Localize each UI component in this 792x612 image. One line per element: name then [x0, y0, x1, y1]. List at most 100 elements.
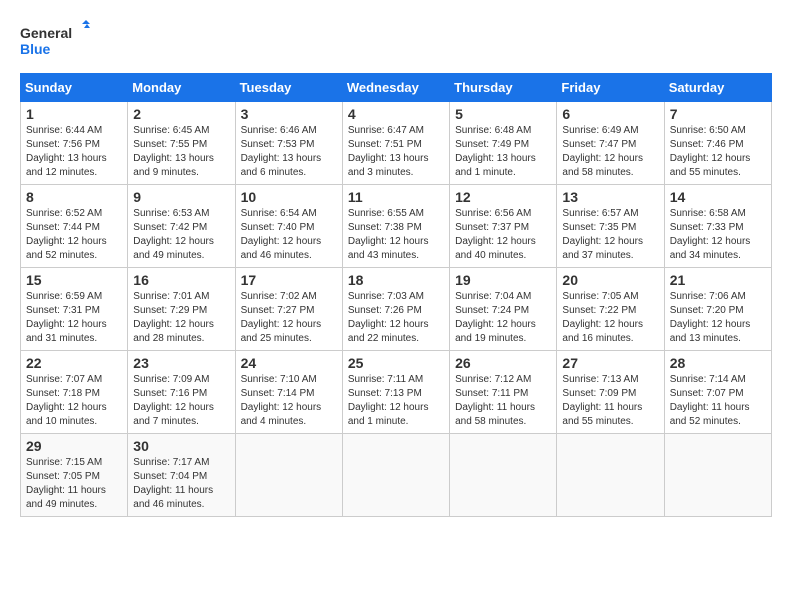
day-number: 3 [241, 106, 337, 122]
calendar-cell: 7 Sunrise: 6:50 AM Sunset: 7:46 PM Daylig… [664, 102, 771, 185]
week-row-5: 29 Sunrise: 7:15 AM Sunset: 7:05 PM Dayli… [21, 434, 772, 517]
week-row-2: 8 Sunrise: 6:52 AM Sunset: 7:44 PM Daylig… [21, 185, 772, 268]
calendar-cell: 12Sunrise: 6:56 AM Sunset: 7:37 PM Dayli… [450, 185, 557, 268]
day-number: 4 [348, 106, 444, 122]
col-header-monday: Monday [128, 74, 235, 102]
day-info: Sunrise: 6:54 AM Sunset: 7:40 PM Dayligh… [241, 207, 337, 263]
logo-svg: General Blue [20, 20, 90, 65]
day-number: 17 [241, 272, 337, 288]
calendar-cell: 16Sunrise: 7:01 AM Sunset: 7:29 PM Dayli… [128, 268, 235, 351]
day-info: Sunrise: 6:47 AM Sunset: 7:51 PM Dayligh… [348, 124, 444, 180]
day-number: 7 [670, 106, 766, 122]
calendar-cell: 18 Sunrise: 7:03 AM Sunset: 7:26 PM Dayli… [342, 268, 449, 351]
calendar-cell [450, 434, 557, 517]
calendar-cell: 4 Sunrise: 6:47 AM Sunset: 7:51 PM Daylig… [342, 102, 449, 185]
logo: General Blue [20, 20, 90, 65]
day-number: 18 [348, 272, 444, 288]
day-info: Sunrise: 7:09 AM Sunset: 7:16 PM Dayligh… [133, 373, 229, 429]
day-number: 15 [26, 272, 122, 288]
calendar-cell: 9 Sunrise: 6:53 AM Sunset: 7:42 PM Daylig… [128, 185, 235, 268]
day-number: 2 [133, 106, 229, 122]
day-number: 8 [26, 189, 122, 205]
col-header-thursday: Thursday [450, 74, 557, 102]
day-info: Sunrise: 7:13 AM Sunset: 7:09 PM Dayligh… [562, 373, 658, 429]
calendar-cell: 19 Sunrise: 7:04 AM Sunset: 7:24 PM Dayli… [450, 268, 557, 351]
day-info: Sunrise: 7:11 AM Sunset: 7:13 PM Dayligh… [348, 373, 444, 429]
week-row-1: 1 Sunrise: 6:44 AM Sunset: 7:56 PM Daylig… [21, 102, 772, 185]
day-number: 24 [241, 355, 337, 371]
calendar-cell: 17 Sunrise: 7:02 AM Sunset: 7:27 PM Dayli… [235, 268, 342, 351]
day-info: Sunrise: 6:58 AM Sunset: 7:33 PM Dayligh… [670, 207, 766, 263]
col-header-tuesday: Tuesday [235, 74, 342, 102]
day-info: Sunrise: 7:17 AM Sunset: 7:04 PM Dayligh… [133, 456, 229, 512]
calendar-cell: 13 Sunrise: 6:57 AM Sunset: 7:35 PM Dayli… [557, 185, 664, 268]
calendar-cell: 22 Sunrise: 7:07 AM Sunset: 7:18 PM Dayli… [21, 351, 128, 434]
day-number: 6 [562, 106, 658, 122]
calendar-cell: 3Sunrise: 6:46 AM Sunset: 7:53 PM Daylig… [235, 102, 342, 185]
calendar-cell [664, 434, 771, 517]
day-number: 22 [26, 355, 122, 371]
header-row: SundayMondayTuesdayWednesdayThursdayFrid… [21, 74, 772, 102]
day-number: 12 [455, 189, 551, 205]
day-number: 20 [562, 272, 658, 288]
day-number: 13 [562, 189, 658, 205]
day-info: Sunrise: 7:07 AM Sunset: 7:18 PM Dayligh… [26, 373, 122, 429]
day-number: 27 [562, 355, 658, 371]
page-header: General Blue [20, 20, 772, 65]
day-info: Sunrise: 6:52 AM Sunset: 7:44 PM Dayligh… [26, 207, 122, 263]
calendar-cell: 24Sunrise: 7:10 AM Sunset: 7:14 PM Dayli… [235, 351, 342, 434]
day-number: 11 [348, 189, 444, 205]
calendar-cell: 5 Sunrise: 6:48 AM Sunset: 7:49 PM Daylig… [450, 102, 557, 185]
calendar-cell: 2 Sunrise: 6:45 AM Sunset: 7:55 PM Daylig… [128, 102, 235, 185]
calendar-cell: 10Sunrise: 6:54 AM Sunset: 7:40 PM Dayli… [235, 185, 342, 268]
day-info: Sunrise: 7:03 AM Sunset: 7:26 PM Dayligh… [348, 290, 444, 346]
day-number: 9 [133, 189, 229, 205]
calendar-cell: 6 Sunrise: 6:49 AM Sunset: 7:47 PM Daylig… [557, 102, 664, 185]
day-info: Sunrise: 6:57 AM Sunset: 7:35 PM Dayligh… [562, 207, 658, 263]
col-header-friday: Friday [557, 74, 664, 102]
calendar-cell [235, 434, 342, 517]
day-info: Sunrise: 7:06 AM Sunset: 7:20 PM Dayligh… [670, 290, 766, 346]
calendar-cell: 15Sunrise: 6:59 AM Sunset: 7:31 PM Dayli… [21, 268, 128, 351]
calendar-cell: 30Sunrise: 7:17 AM Sunset: 7:04 PM Dayli… [128, 434, 235, 517]
day-number: 19 [455, 272, 551, 288]
calendar-cell: 1 Sunrise: 6:44 AM Sunset: 7:56 PM Daylig… [21, 102, 128, 185]
col-header-saturday: Saturday [664, 74, 771, 102]
calendar-cell: 27 Sunrise: 7:13 AM Sunset: 7:09 PM Dayli… [557, 351, 664, 434]
day-info: Sunrise: 7:14 AM Sunset: 7:07 PM Dayligh… [670, 373, 766, 429]
day-info: Sunrise: 6:48 AM Sunset: 7:49 PM Dayligh… [455, 124, 551, 180]
day-number: 23 [133, 355, 229, 371]
calendar-cell: 21 Sunrise: 7:06 AM Sunset: 7:20 PM Dayli… [664, 268, 771, 351]
col-header-wednesday: Wednesday [342, 74, 449, 102]
day-info: Sunrise: 6:50 AM Sunset: 7:46 PM Dayligh… [670, 124, 766, 180]
day-info: Sunrise: 7:02 AM Sunset: 7:27 PM Dayligh… [241, 290, 337, 346]
day-info: Sunrise: 6:49 AM Sunset: 7:47 PM Dayligh… [562, 124, 658, 180]
day-info: Sunrise: 7:12 AM Sunset: 7:11 PM Dayligh… [455, 373, 551, 429]
day-info: Sunrise: 7:04 AM Sunset: 7:24 PM Dayligh… [455, 290, 551, 346]
calendar-cell [557, 434, 664, 517]
day-info: Sunrise: 6:53 AM Sunset: 7:42 PM Dayligh… [133, 207, 229, 263]
calendar-cell: 11 Sunrise: 6:55 AM Sunset: 7:38 PM Dayli… [342, 185, 449, 268]
day-number: 29 [26, 438, 122, 454]
calendar-cell [342, 434, 449, 517]
day-info: Sunrise: 6:44 AM Sunset: 7:56 PM Dayligh… [26, 124, 122, 180]
day-number: 26 [455, 355, 551, 371]
calendar-cell: 14 Sunrise: 6:58 AM Sunset: 7:33 PM Dayli… [664, 185, 771, 268]
day-info: Sunrise: 7:05 AM Sunset: 7:22 PM Dayligh… [562, 290, 658, 346]
day-number: 28 [670, 355, 766, 371]
day-info: Sunrise: 6:45 AM Sunset: 7:55 PM Dayligh… [133, 124, 229, 180]
svg-text:Blue: Blue [20, 41, 51, 57]
col-header-sunday: Sunday [21, 74, 128, 102]
day-number: 14 [670, 189, 766, 205]
calendar-cell: 20 Sunrise: 7:05 AM Sunset: 7:22 PM Dayli… [557, 268, 664, 351]
day-number: 21 [670, 272, 766, 288]
svg-text:General: General [20, 25, 72, 41]
day-info: Sunrise: 6:55 AM Sunset: 7:38 PM Dayligh… [348, 207, 444, 263]
day-number: 16 [133, 272, 229, 288]
day-number: 5 [455, 106, 551, 122]
day-number: 1 [26, 106, 122, 122]
calendar-cell: 25Sunrise: 7:11 AM Sunset: 7:13 PM Dayli… [342, 351, 449, 434]
calendar-cell: 28 Sunrise: 7:14 AM Sunset: 7:07 PM Dayli… [664, 351, 771, 434]
day-info: Sunrise: 7:15 AM Sunset: 7:05 PM Dayligh… [26, 456, 122, 512]
week-row-4: 22 Sunrise: 7:07 AM Sunset: 7:18 PM Dayli… [21, 351, 772, 434]
